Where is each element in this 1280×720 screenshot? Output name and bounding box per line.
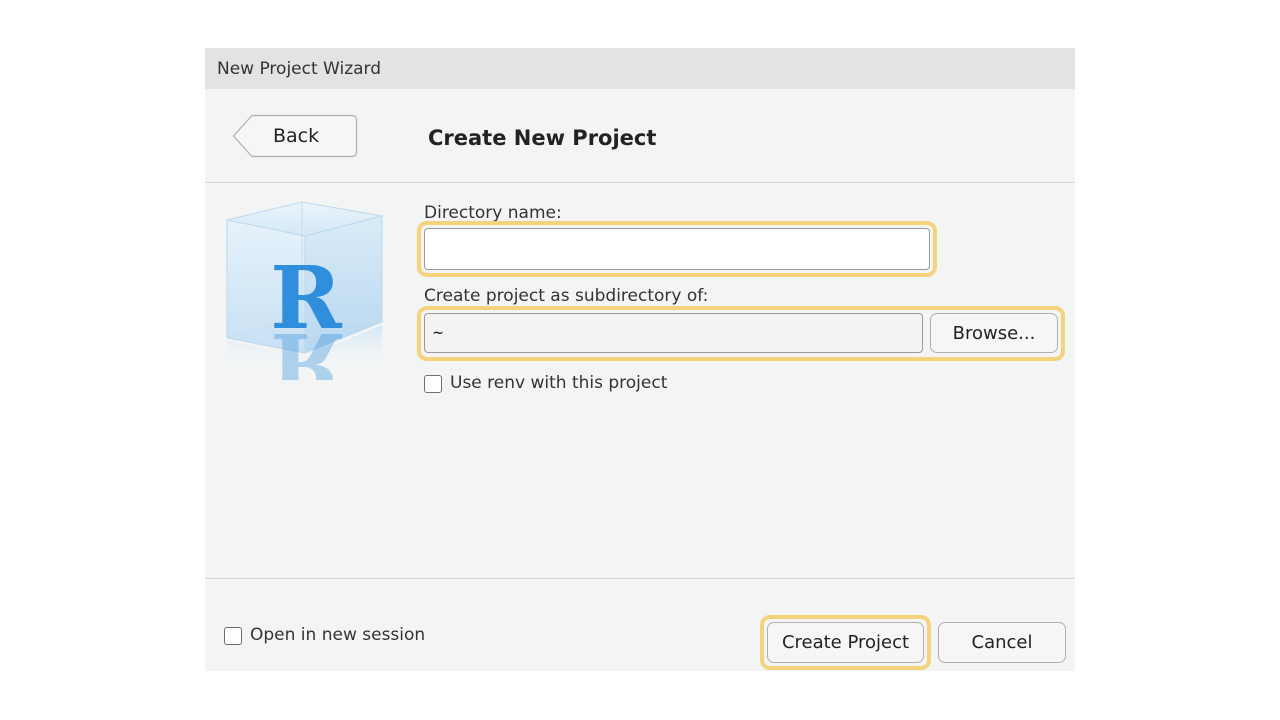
- title-bar: New Project Wizard: [205, 48, 1075, 89]
- subdirectory-input[interactable]: [424, 313, 923, 353]
- back-button-label: Back: [273, 125, 320, 147]
- r-logo-cube-icon: R R: [226, 201, 383, 380]
- open-new-session-checkbox[interactable]: [224, 627, 242, 645]
- renv-checkbox[interactable]: [424, 375, 442, 393]
- browse-button-label: Browse...: [952, 322, 1036, 344]
- create-project-button[interactable]: Create Project: [767, 622, 924, 663]
- window-title: New Project Wizard: [217, 59, 382, 79]
- open-new-session-label: Open in new session: [250, 625, 426, 645]
- footer-divider: [205, 578, 1075, 579]
- directory-name-input[interactable]: [424, 228, 930, 270]
- create-project-button-label: Create Project: [781, 632, 910, 653]
- header-divider: [205, 182, 1075, 183]
- svg-text:R: R: [270, 313, 342, 380]
- browse-button[interactable]: Browse...: [930, 313, 1058, 353]
- page-title: Create New Project: [428, 126, 657, 150]
- subdirectory-label: Create project as subdirectory of:: [424, 286, 709, 306]
- back-button[interactable]: Back: [232, 114, 358, 158]
- renv-checkbox-label: Use renv with this project: [450, 373, 668, 393]
- directory-name-label: Directory name:: [424, 203, 562, 223]
- cancel-button[interactable]: Cancel: [938, 622, 1066, 663]
- cancel-button-label: Cancel: [971, 632, 1033, 653]
- new-project-wizard-dialog: New Project Wizard Back Create New Proje…: [205, 48, 1075, 671]
